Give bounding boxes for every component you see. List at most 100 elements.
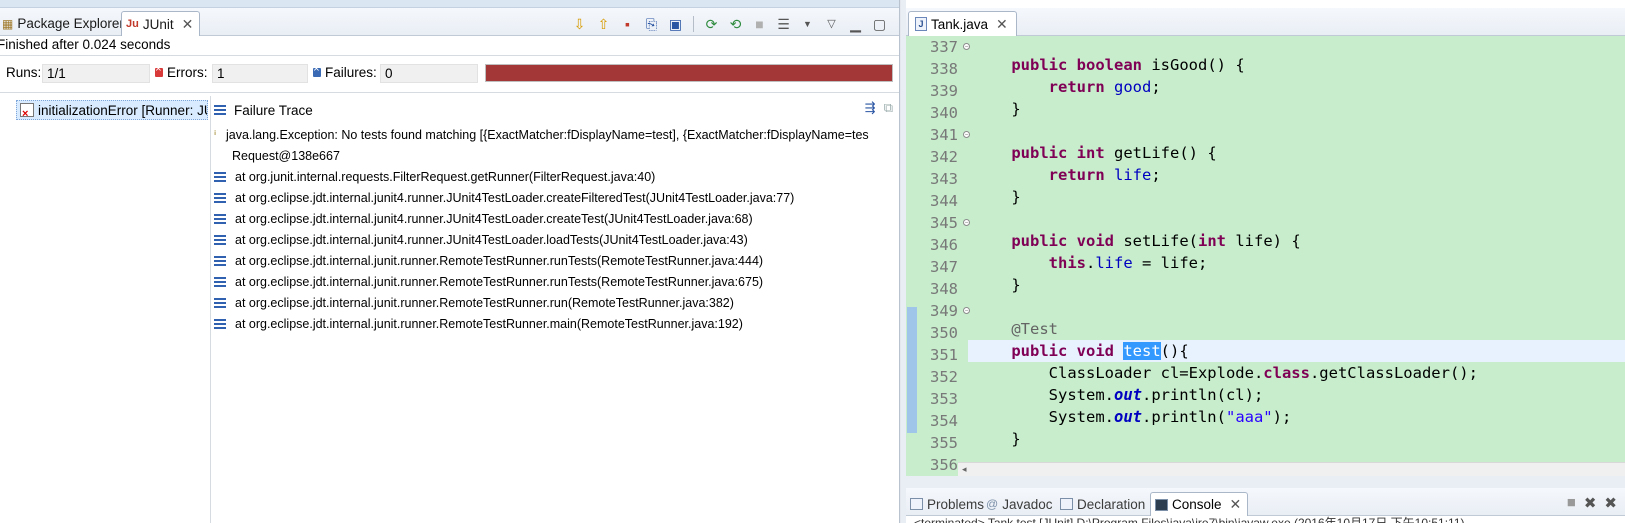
code-line: } bbox=[974, 276, 1021, 294]
horizontal-scrollbar[interactable]: ◂ bbox=[958, 462, 1625, 476]
stack-frame-row[interactable]: at org.eclipse.jdt.internal.junit.runner… bbox=[214, 250, 901, 271]
compare-result-icon[interactable]: ⧉ bbox=[884, 100, 893, 116]
next-failure-icon[interactable]: ⇩ bbox=[570, 15, 589, 34]
line-number: 348 bbox=[918, 278, 968, 300]
view-menu-icon[interactable]: ▽ bbox=[822, 15, 841, 34]
failures-label-text: Failures: bbox=[325, 65, 377, 80]
stack-frame-row[interactable]: at org.eclipse.jdt.internal.junit.runner… bbox=[214, 313, 901, 334]
tab-console[interactable]: Console ✕ bbox=[1150, 492, 1249, 516]
line-number: 343 bbox=[918, 168, 968, 190]
tab-label: Console bbox=[1172, 497, 1222, 512]
show-failures-only-icon[interactable]: ▪ bbox=[618, 15, 637, 34]
line-number: 346 bbox=[918, 234, 968, 256]
java-editor: J Tank.java ✕ 337− 338 339 340 341− 342 343 344… bbox=[906, 8, 1625, 476]
tab-javadoc[interactable]: @ Javadoc bbox=[982, 492, 1058, 516]
line-number: 355 bbox=[918, 432, 968, 454]
tab-tank-java[interactable]: J Tank.java ✕ bbox=[908, 11, 1017, 36]
stack-frame-icon bbox=[214, 318, 226, 329]
test-progress-bar bbox=[485, 64, 893, 82]
package-explorer-icon: ▦ bbox=[2, 16, 14, 31]
failure-trace-header: Failure Trace bbox=[214, 100, 313, 120]
line-number-gutter: 337− 338 339 340 341− 342 343 344 345− 346 347 348 3… bbox=[918, 36, 970, 474]
test-run-history-icon[interactable]: ☰ bbox=[774, 15, 793, 34]
line-number-text: 342 bbox=[930, 148, 958, 166]
toolbar-separator bbox=[693, 16, 694, 32]
stack-frame-icon bbox=[214, 297, 226, 308]
code-line: @Test bbox=[1011, 320, 1058, 338]
remove-all-terminated-icon[interactable]: ✖ bbox=[1604, 494, 1617, 512]
tab-problems[interactable]: Problems bbox=[906, 492, 990, 516]
stack-frame-row[interactable]: at org.eclipse.jdt.internal.junit.runner… bbox=[214, 292, 901, 313]
tab-declaration[interactable]: Declaration bbox=[1056, 492, 1151, 516]
maximize-icon[interactable]: ▢ bbox=[870, 15, 889, 34]
history-dropdown-icon[interactable]: ▼ bbox=[798, 15, 817, 34]
remove-launch-icon[interactable]: ✖ bbox=[1584, 494, 1597, 512]
sash[interactable] bbox=[210, 96, 211, 523]
runs-label: Runs: bbox=[6, 65, 42, 80]
window-top-strip bbox=[0, 0, 901, 8]
exception-row-continued[interactable]: Request@138e667 bbox=[214, 145, 901, 166]
junit-icon: Ju bbox=[126, 18, 139, 30]
stack-trace-icon bbox=[214, 105, 226, 115]
tab-package-explorer[interactable]: ▦ Package Explorer bbox=[0, 11, 130, 36]
terminate-icon[interactable]: ■ bbox=[1567, 494, 1576, 512]
code-area[interactable]: public boolean isGood() { return good; }… bbox=[968, 36, 1625, 470]
previous-failure-icon[interactable]: ⇧ bbox=[594, 15, 613, 34]
line-number-text: 349 bbox=[930, 302, 958, 320]
stack-frame-row[interactable]: at org.eclipse.jdt.internal.junit4.runne… bbox=[214, 208, 901, 229]
run-status: Finished after 0.024 seconds bbox=[0, 37, 171, 52]
tab-label: Problems bbox=[927, 496, 985, 512]
minimize-icon[interactable]: ▁ bbox=[846, 15, 865, 34]
java-file-icon: J bbox=[915, 17, 927, 31]
stop-icon[interactable]: ■ bbox=[750, 15, 769, 34]
code-line: ClassLoader cl=Explode.class.getClassLoa… bbox=[974, 364, 1478, 382]
close-icon[interactable]: ✕ bbox=[1230, 496, 1242, 513]
tab-junit[interactable]: Ju JUnit ✕ bbox=[121, 11, 201, 36]
sash-horizontal[interactable] bbox=[906, 476, 1625, 488]
stack-frame-row[interactable]: at org.eclipse.jdt.internal.junit.runner… bbox=[214, 271, 901, 292]
line-number-text: 348 bbox=[930, 280, 958, 298]
line-number: 341− bbox=[918, 124, 970, 146]
line-number-text: 352 bbox=[930, 368, 958, 386]
history-icon[interactable]: ▣ bbox=[666, 15, 685, 34]
exception-row[interactable]: ⁱ java.lang.Exception: No tests found ma… bbox=[214, 124, 901, 145]
test-tree-item[interactable]: initializationError [Runner: JUnit 4] bbox=[16, 100, 208, 120]
selected-text: test bbox=[1123, 342, 1161, 360]
filter-stack-icon[interactable]: ⇶ bbox=[865, 100, 876, 116]
stack-frame-row[interactable]: at org.junit.internal.requests.FilterReq… bbox=[214, 166, 901, 187]
stack-frame-text: at org.junit.internal.requests.FilterReq… bbox=[235, 169, 656, 184]
divider bbox=[0, 92, 901, 93]
scroll-lock-icon[interactable]: ⎘ bbox=[642, 15, 661, 34]
rerun-test-icon[interactable]: ⟳ bbox=[702, 15, 721, 34]
stack-frame-icon bbox=[214, 255, 226, 266]
close-icon[interactable]: ✕ bbox=[996, 16, 1008, 33]
junit-toolbar: ⇩ ⇧ ▪ ⎘ ▣ ⟳ ⟲ ■ ☰ ▼ ▽ ▁ ▢ bbox=[570, 13, 889, 35]
test-error-icon bbox=[20, 103, 34, 119]
line-number: 349− bbox=[918, 300, 970, 322]
stack-frame-text: at org.eclipse.jdt.internal.junit.runner… bbox=[235, 316, 743, 331]
failure-trace-title: Failure Trace bbox=[234, 102, 313, 118]
line-number-text: 344 bbox=[930, 192, 958, 210]
stack-frame-row[interactable]: at org.eclipse.jdt.internal.junit4.runne… bbox=[214, 187, 901, 208]
exception-text: java.lang.Exception: No tests found matc… bbox=[226, 127, 869, 142]
rerun-failures-first-icon[interactable]: ⟲ bbox=[726, 15, 745, 34]
code-line: public int getLife() { bbox=[1011, 144, 1217, 162]
line-number-text: 339 bbox=[930, 82, 958, 100]
progress-fill bbox=[486, 65, 892, 81]
line-number: 344 bbox=[918, 190, 968, 212]
stack-frame-row[interactable]: at org.eclipse.jdt.internal.junit4.runne… bbox=[214, 229, 901, 250]
stack-frame-text: at org.eclipse.jdt.internal.junit4.runne… bbox=[235, 211, 753, 226]
failure-trace-list: ⁱ java.lang.Exception: No tests found ma… bbox=[214, 124, 901, 334]
code-line: return life; bbox=[1048, 166, 1161, 184]
line-number-text: 338 bbox=[930, 60, 958, 78]
line-number-text: 347 bbox=[930, 258, 958, 276]
line-number-text: 345 bbox=[930, 214, 958, 232]
console-icon bbox=[1155, 498, 1168, 511]
code-line: return good; bbox=[1048, 78, 1161, 96]
test-tree-label: initializationError [Runner: JUnit 4] bbox=[38, 102, 207, 118]
close-icon[interactable]: ✕ bbox=[182, 16, 194, 33]
tab-label: JUnit bbox=[142, 16, 174, 32]
line-number: 340 bbox=[918, 102, 968, 124]
failure-trace-tools: ⇶ ⧉ bbox=[865, 100, 893, 116]
